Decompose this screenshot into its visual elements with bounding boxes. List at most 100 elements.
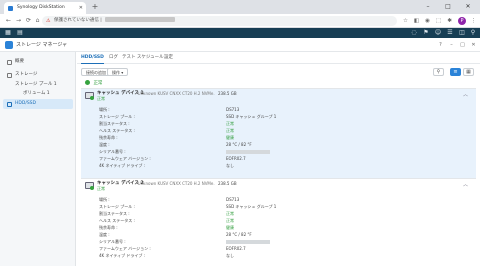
- new-tab-button[interactable]: +: [90, 2, 100, 12]
- overview-icon: [7, 59, 12, 65]
- sidebar-item-volume-1[interactable]: ボリューム 1: [3, 89, 73, 99]
- tab-hdd-ssd[interactable]: HDD/SSD: [81, 52, 104, 64]
- app-close-button[interactable]: ✕: [469, 38, 478, 52]
- detail-row-pool: ストレージ プール : SSD キャッシュ グループ 1: [99, 203, 399, 210]
- detail-value: [226, 238, 270, 245]
- detail-value: SSD キャッシュ グループ 1: [226, 204, 277, 209]
- detail-row-temperature: 温度 : 28 °C / 82 °F: [99, 141, 399, 148]
- help-icon[interactable]: ?: [436, 38, 445, 52]
- detail-row-location: 場所 : DS713: [99, 106, 399, 113]
- drive-size: 238.5 GB: [218, 91, 237, 96]
- sidebar-item-storage[interactable]: ストレージ: [3, 70, 73, 80]
- detail-key: ヘルス ステータス :: [99, 128, 135, 133]
- drive-card[interactable]: キャッシュ デバイス 2 - Unknown KUSV CNXX CT20 H.…: [81, 178, 476, 266]
- storage-manager-taskbar-icon[interactable]: ▤: [14, 28, 26, 38]
- drive-list: 正常 キャッシュ デバイス 1 - Unknown KUSV CNXX CT20…: [81, 80, 476, 266]
- user-icon[interactable]: ☺: [432, 28, 444, 38]
- window-close-button[interactable]: ✕: [458, 0, 478, 14]
- detail-row-life: 残余寿命 : 健康: [99, 224, 399, 231]
- detail-key: 温度 :: [99, 142, 110, 147]
- storage-manager-app-icon: [5, 41, 13, 49]
- sidebar-item-label: HDD/SSD: [15, 101, 37, 106]
- extension-icon-2[interactable]: ◉: [423, 16, 432, 26]
- maximize-button[interactable]: □: [438, 0, 458, 14]
- detail-key: シリアル番号 :: [99, 149, 126, 154]
- sidebar: 概要 ストレージ ストレージ プール 1 ボリューム 1 HDD/SSD: [0, 52, 76, 266]
- back-button[interactable]: ←: [4, 14, 13, 28]
- extension-icon-1[interactable]: ◧: [412, 16, 421, 26]
- collapse-chevron-icon[interactable]: ︿: [463, 181, 468, 188]
- detail-key: ヘルス ステータス :: [99, 218, 135, 223]
- detail-row-firmware: ファームウェア バージョン : EOFR02.7: [99, 155, 399, 162]
- extensions-puzzle-icon[interactable]: ✱: [445, 16, 454, 26]
- browser-menu-icon[interactable]: ⋮: [469, 16, 478, 26]
- detail-key: 4K ネイティブ ドライブ :: [99, 253, 146, 258]
- sidebar-item-overview[interactable]: 概要: [3, 57, 73, 67]
- redacted-serial: [226, 240, 270, 244]
- tab-settings[interactable]: 設定: [164, 52, 173, 64]
- sidebar-item-label: ストレージ プール 1: [15, 82, 57, 87]
- tab-log[interactable]: ログ: [109, 52, 118, 64]
- sidebar-item-hdd-ssd[interactable]: HDD/SSD: [3, 99, 73, 109]
- reload-button[interactable]: ⟳: [24, 14, 33, 28]
- drive-card-header: キャッシュ デバイス 2 - Unknown KUSV CNXX CT20 H.…: [81, 179, 476, 193]
- drive-model: - Unknown KUSV CNXX CT20 H.2 NVMe...: [135, 181, 215, 186]
- drive-status: 正常: [97, 96, 105, 101]
- detail-row-serial: シリアル番号 :: [99, 238, 399, 245]
- collapse-chevron-icon[interactable]: ︿: [463, 91, 468, 98]
- detail-key: 場所 :: [99, 107, 110, 112]
- app-maximize-button[interactable]: □: [458, 38, 467, 52]
- notification-icon[interactable]: ⚑: [420, 28, 432, 38]
- forward-button[interactable]: →: [14, 14, 23, 28]
- insecure-label: 保護されていない通信 |: [54, 18, 102, 23]
- detail-key: 残余寿命 :: [99, 135, 118, 140]
- filter-icon[interactable]: ⚲: [433, 68, 444, 76]
- minimize-button[interactable]: –: [418, 0, 438, 14]
- main-menu-icon[interactable]: ▦: [2, 28, 14, 38]
- redacted-url: [105, 17, 176, 22]
- grid-view-icon[interactable]: ▦: [463, 68, 474, 76]
- detail-row-health: ヘルス ステータス : 正常: [99, 127, 399, 134]
- detail-value: DS713: [226, 197, 240, 202]
- detail-row-serial: シリアル番号 :: [99, 148, 399, 155]
- detail-row-firmware: ファームウェア バージョン : EOFR02.7: [99, 245, 399, 252]
- detail-key: 温度 :: [99, 232, 110, 237]
- browser-tab[interactable]: Synology DiskStation ✕: [4, 2, 86, 14]
- bookmark-star-icon[interactable]: ☆: [401, 16, 410, 26]
- tab-test-schedule[interactable]: テスト スケジュール: [122, 52, 164, 64]
- app-minimize-button[interactable]: –: [447, 38, 456, 52]
- browser-tab-title: Synology DiskStation: [17, 5, 65, 10]
- hdd-icon: [7, 101, 12, 107]
- detail-value: 28 °C / 82 °F: [226, 232, 252, 237]
- search-icon[interactable]: ⚲: [467, 28, 479, 38]
- list-view-icon[interactable]: ≡: [450, 68, 461, 76]
- main-content: HDD/SSD ログ テスト スケジュール 設定 接続の追加 操作 ▾ ⚲ ≡ …: [77, 52, 480, 266]
- detail-key: 4K ネイティブ ドライブ :: [99, 163, 146, 168]
- detail-key: ファームウェア バージョン :: [99, 156, 151, 161]
- drive-status: 正常: [97, 186, 105, 191]
- detail-value: EOFR02.7: [226, 156, 246, 161]
- chat-icon[interactable]: ◌: [408, 28, 420, 38]
- detail-row-health: ヘルス ステータス : 正常: [99, 217, 399, 224]
- drive-model: - Unknown KUSV CNXX CT20 H.2 NVMe...: [135, 91, 215, 96]
- insecure-warning-icon: ⚠: [46, 18, 51, 24]
- detail-value: 正常: [226, 218, 234, 223]
- redacted-serial: [226, 150, 270, 154]
- ok-status-icon: [85, 80, 90, 85]
- detail-row-pool: ストレージ プール : SSD キャッシュ グループ 1: [99, 113, 399, 120]
- extension-icon-3[interactable]: ⬚: [434, 16, 443, 26]
- address-bar[interactable]: ⚠ 保護されていない通信 |: [42, 16, 397, 26]
- home-button[interactable]: ⌂: [33, 14, 42, 28]
- drive-size: 238.5 GB: [218, 181, 237, 186]
- options-icon[interactable]: ☰: [444, 28, 456, 38]
- tab-close-icon[interactable]: ✕: [79, 2, 83, 14]
- detail-row-4k-native: 4K ネイティブ ドライブ : なし: [99, 162, 399, 169]
- drive-card[interactable]: キャッシュ デバイス 1 - Unknown KUSV CNXX CT20 H.…: [81, 88, 476, 178]
- action-dropdown[interactable]: 操作 ▾: [107, 68, 129, 76]
- profile-avatar[interactable]: P: [458, 17, 466, 25]
- detail-key: 割当ステータス :: [99, 121, 130, 126]
- app-title-bar: ストレージ マネージャ: [0, 38, 480, 52]
- group-status-text: 正常: [93, 81, 103, 86]
- detail-key: 割当ステータス :: [99, 211, 130, 216]
- toolbar: 接続の追加 操作 ▾ ⚲ ≡ ▦: [77, 64, 480, 79]
